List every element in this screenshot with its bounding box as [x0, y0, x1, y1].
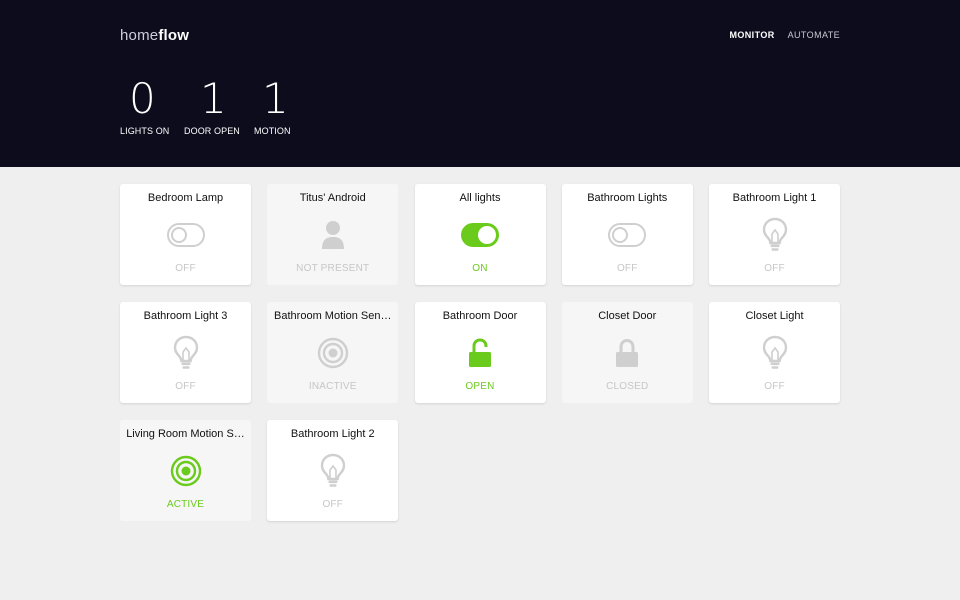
stat-door-open: 1 DOOR OPEN [184, 74, 254, 137]
header: homeflow MONITOR AUTOMATE 0 LIGHTS ON 1 … [0, 0, 960, 167]
logo-text-light: home [120, 27, 159, 44]
device-tile-9[interactable]: Closet Light OFF [709, 302, 840, 403]
device-icon-wrap [267, 218, 398, 252]
logo-text-bold: flow [158, 27, 190, 44]
toggle-knob [478, 226, 496, 244]
device-icon-wrap [415, 336, 546, 370]
device-tile-8[interactable]: Closet Door CLOSED [561, 302, 693, 403]
device-status: OPEN [465, 381, 495, 392]
device-icon-wrap [415, 218, 546, 252]
device-icon-wrap [120, 218, 251, 252]
device-tile-2[interactable]: All lights ON [414, 184, 546, 285]
device-icon-wrap [267, 336, 398, 370]
top-nav: MONITOR AUTOMATE [729, 30, 840, 40]
device-status: ACTIVE [166, 499, 205, 510]
device-title: Living Room Motion S… [126, 428, 245, 440]
device-title: Bathroom Lights [587, 192, 668, 204]
unlock-icon [469, 338, 491, 367]
device-title: All lights [459, 192, 501, 204]
device-tile-4[interactable]: Bathroom Light 1 OFF [709, 184, 840, 285]
device-title: Closet Door [598, 310, 657, 322]
device-tile-3[interactable]: Bathroom Lights OFF [561, 184, 693, 285]
device-icon-wrap [120, 335, 251, 370]
motion-sensor-icon [170, 455, 201, 487]
device-status: CLOSED [606, 381, 649, 392]
lightbulb-icon [320, 453, 345, 487]
stat-value: 1 [200, 74, 227, 123]
device-icon-wrap [562, 218, 693, 252]
device-tile-0[interactable]: Bedroom Lamp OFF [120, 184, 251, 285]
device-icon-wrap [709, 335, 840, 370]
device-title: Bathroom Light 1 [732, 192, 817, 204]
stat-lights-on: 0 LIGHTS ON [120, 74, 184, 137]
device-tile-7[interactable]: Bathroom Door OPEN [414, 302, 546, 403]
device-status: OFF [175, 263, 196, 274]
device-icon-wrap [267, 453, 398, 488]
toggle-knob [612, 227, 629, 243]
stat-label: DOOR OPEN [184, 126, 240, 136]
toggle-icon[interactable] [608, 223, 647, 247]
stat-motion: 1 MOTION [254, 74, 324, 137]
device-title: Closet Light [745, 310, 804, 322]
device-title: Titus' Android [299, 192, 366, 204]
nav-automate[interactable]: AUTOMATE [788, 30, 840, 40]
lightbulb-icon [762, 335, 787, 369]
device-status: OFF [175, 381, 196, 392]
stat-label: LIGHTS ON [120, 126, 170, 136]
device-tile-10[interactable]: Living Room Motion S… ACTIVE [120, 420, 251, 521]
app-logo[interactable]: homeflow [120, 27, 189, 44]
summary-stats: 0 LIGHTS ON 1 DOOR OPEN 1 MOTION [120, 74, 324, 137]
toggle-icon[interactable] [166, 223, 205, 247]
device-status: OFF [764, 381, 785, 392]
device-status: OFF [616, 263, 638, 274]
motion-sensor-icon [317, 337, 348, 369]
device-status: OFF [764, 263, 785, 274]
device-tile-1[interactable]: Titus' Android NOT PRESENT [267, 184, 399, 285]
device-tile-6[interactable]: Bathroom Motion Sen… INACTIVE [267, 302, 399, 403]
toggle-icon[interactable] [461, 223, 499, 247]
device-grid: Bedroom Lamp OFF Titus' Android NOT PRES… [120, 184, 840, 521]
stat-value: 1 [262, 74, 289, 123]
device-title: Bathroom Motion Sen… [274, 310, 392, 322]
device-status: OFF [322, 499, 344, 510]
device-title: Bathroom Light 2 [290, 428, 375, 440]
device-tile-5[interactable]: Bathroom Light 3 OFF [120, 302, 251, 403]
device-status: INACTIVE [308, 381, 357, 392]
lightbulb-icon [762, 217, 787, 251]
device-title: Bedroom Lamp [147, 192, 224, 204]
lock-icon [616, 338, 639, 367]
device-status: NOT PRESENT [296, 263, 370, 274]
device-tile-11[interactable]: Bathroom Light 2 OFF [267, 420, 399, 521]
device-icon-wrap [562, 336, 693, 370]
device-title: Bathroom Light 3 [143, 310, 228, 322]
stat-value: 0 [129, 74, 156, 123]
device-title: Bathroom Door [442, 310, 518, 322]
stat-label: MOTION [254, 126, 291, 136]
toggle-knob [170, 227, 187, 243]
nav-monitor[interactable]: MONITOR [729, 30, 774, 40]
device-status: ON [472, 263, 488, 274]
device-icon-wrap [709, 217, 840, 252]
device-icon-wrap [120, 454, 251, 488]
lightbulb-icon [173, 335, 198, 369]
person-icon [321, 221, 344, 249]
